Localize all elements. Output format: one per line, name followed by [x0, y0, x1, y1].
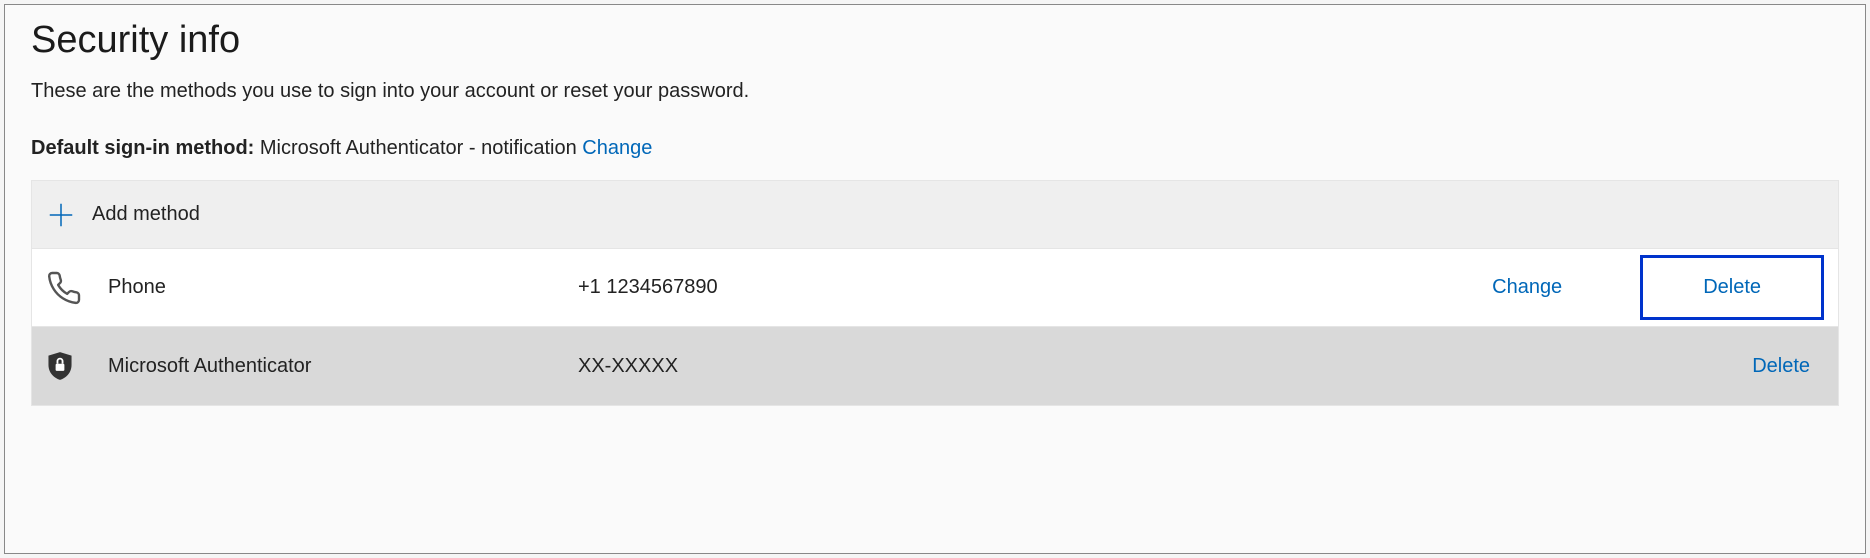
delete-authenticator-button[interactable]: Delete: [1692, 337, 1824, 396]
phone-icon: [46, 270, 82, 306]
shield-lock-icon: [46, 351, 74, 381]
methods-list: Add method Phone +1 1234567890 Change De…: [31, 180, 1839, 406]
method-row-authenticator: Microsoft Authenticator XX-XXXXX Delete: [32, 327, 1838, 405]
method-icon-cell: [46, 270, 108, 306]
security-info-panel: Security info These are the methods you …: [4, 4, 1866, 554]
method-icon-cell: [46, 351, 108, 381]
add-method-label: Add method: [92, 203, 200, 226]
method-name: Microsoft Authenticator: [108, 355, 578, 378]
page-subtitle: These are the methods you use to sign in…: [31, 80, 1839, 103]
method-value: +1 1234567890: [578, 276, 1474, 299]
page-title: Security info: [31, 19, 1839, 62]
method-row-phone: Phone +1 1234567890 Change Delete: [32, 249, 1838, 327]
default-sign-in-value: Microsoft Authenticator - notification: [260, 137, 582, 159]
add-method-button[interactable]: Add method: [32, 181, 1838, 249]
change-default-link[interactable]: Change: [582, 137, 652, 159]
plus-icon: [46, 200, 76, 230]
default-sign-in-label: Default sign-in method:: [31, 137, 260, 159]
default-sign-in-row: Default sign-in method: Microsoft Authen…: [31, 137, 1839, 160]
method-name: Phone: [108, 276, 578, 299]
delete-phone-button[interactable]: Delete: [1640, 255, 1824, 320]
method-value: XX-XXXXX: [578, 355, 1692, 378]
change-phone-link[interactable]: Change: [1474, 276, 1580, 299]
